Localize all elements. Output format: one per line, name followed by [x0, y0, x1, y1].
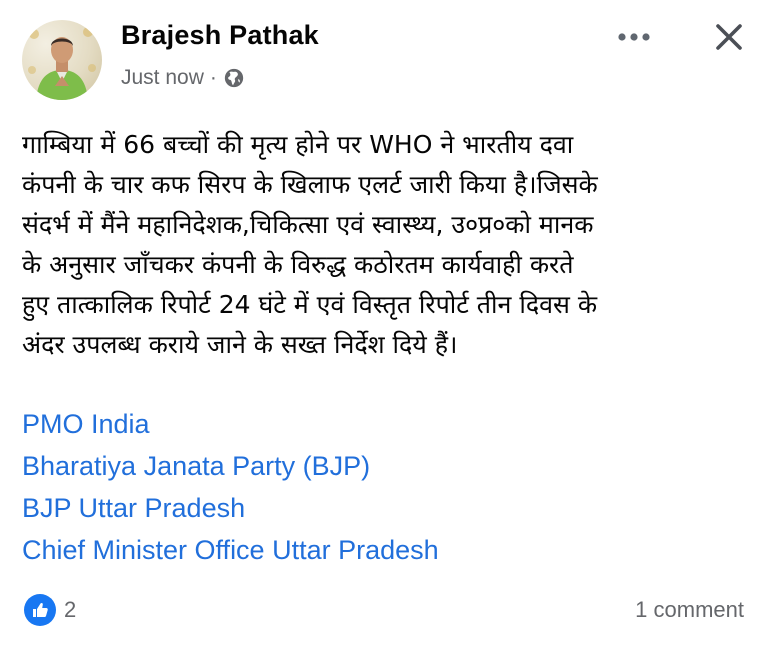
profile-avatar-image [28, 27, 96, 100]
post-text-line: हुए तात्कालिक रिपोर्ट 24 घंटे में एवं वि… [22, 290, 598, 319]
post-timestamp[interactable]: Just now [121, 66, 204, 90]
comments-count-link[interactable]: 1 comment [635, 597, 744, 623]
post-meta: Just now · [121, 66, 245, 90]
tag-link-pmo-india[interactable]: PMO India [22, 403, 439, 445]
post-text-line: अंदर उपलब्ध कराये जाने के सख्त निर्देश द… [22, 330, 458, 359]
tag-link-cm-office-up[interactable]: Chief Minister Office Uttar Pradesh [22, 529, 439, 571]
post-author-name[interactable]: Brajesh Pathak [121, 20, 319, 51]
reaction-count: 2 [64, 597, 77, 622]
close-icon [716, 24, 742, 50]
tag-link-bjp-uttar-pradesh[interactable]: BJP Uttar Pradesh [22, 487, 439, 529]
post-text-line: के अनुसार जाँचकर कंपनी के विरुद्ध कठोरतम… [22, 250, 574, 279]
like-icon [24, 594, 56, 626]
reactions-summary[interactable]: 2 [24, 594, 76, 626]
profile-avatar[interactable] [22, 20, 102, 100]
post-text-line: संदर्भ में मैंने महानिदेशक,चिकित्सा एवं … [22, 210, 594, 239]
post-text-line: कंपनी के चार कफ सिरप के खिलाफ एलर्ट जारी… [22, 170, 598, 199]
tagged-pages: PMO India Bharatiya Janata Party (BJP) B… [22, 403, 439, 571]
post-body-text: गाम्बिया में 66 बच्चों की मृत्य होने पर … [22, 125, 757, 365]
more-options-icon [618, 33, 650, 41]
close-button[interactable] [712, 20, 746, 54]
more-options-button[interactable] [614, 22, 654, 52]
facebook-post: Brajesh Pathak Just now · गाम्बिया में 6… [0, 0, 770, 647]
tag-link-bjp[interactable]: Bharatiya Janata Party (BJP) [22, 445, 439, 487]
globe-icon[interactable] [223, 67, 245, 89]
meta-separator: · [209, 66, 217, 89]
post-text-line: गाम्बिया में 66 बच्चों की मृत्य होने पर … [22, 130, 574, 159]
